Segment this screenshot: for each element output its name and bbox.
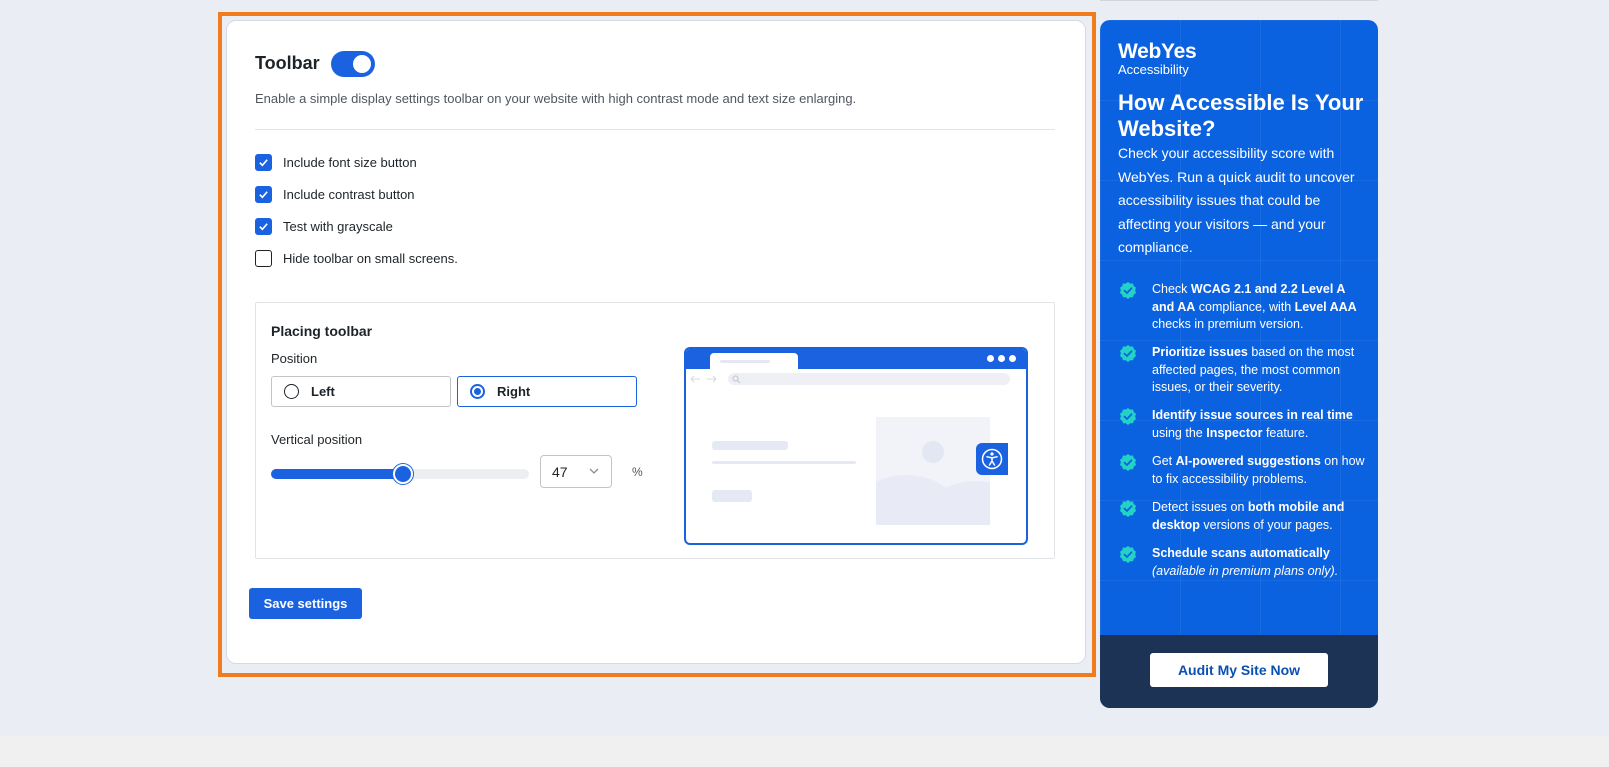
position-label: Position [271, 351, 318, 366]
vertical-position-slider[interactable] [271, 464, 529, 484]
percent-unit: % [632, 465, 643, 479]
feature-item: Identify issue sources in real time usin… [1118, 407, 1370, 442]
badge-check-icon [1120, 546, 1136, 563]
promo-text: Check your accessibility score with WebY… [1118, 145, 1355, 255]
webyes-logo: WebYes Accessibility [1118, 40, 1197, 78]
toolbar-description: Enable a simple display settings toolbar… [255, 91, 857, 106]
preview-accessibility-button [976, 443, 1008, 475]
badge-check-icon [1120, 282, 1136, 299]
toolbar-toggle[interactable] [331, 51, 375, 77]
save-settings-button[interactable]: Save settings [249, 588, 362, 619]
divider [255, 129, 1055, 130]
option-hide-small[interactable]: Hide toolbar on small screens. [255, 250, 458, 267]
badge-check-icon [1120, 345, 1136, 362]
image-placeholder-icon [876, 417, 990, 525]
option-contrast[interactable]: Include contrast button [255, 186, 415, 203]
checkbox-grayscale[interactable] [255, 218, 272, 235]
preview-placeholder [712, 441, 788, 450]
select-value: 47 [552, 463, 568, 480]
feature-text: Get AI-powered suggestions on how to fix… [1152, 454, 1365, 486]
preview-dots [987, 355, 1016, 362]
option-label: Hide toolbar on small screens. [283, 251, 458, 266]
chevron-down-icon [589, 468, 599, 474]
promo-title: How Accessible Is Your Website? [1118, 90, 1364, 141]
feature-item: Get AI-powered suggestions on how to fix… [1118, 453, 1370, 488]
webyes-promo-panel: WebYes Accessibility How Accessible Is Y… [1100, 20, 1378, 708]
feature-item: Prioritize issues based on the most affe… [1118, 344, 1370, 397]
vertical-position-label: Vertical position [271, 432, 363, 447]
audit-site-button[interactable]: Audit My Site Now [1150, 653, 1328, 687]
badge-check-icon [1120, 500, 1136, 517]
badge-check-icon [1120, 454, 1136, 471]
option-label: Include contrast button [283, 187, 415, 202]
feature-text: Schedule scans automatically (available … [1152, 546, 1339, 578]
footer-strip [0, 736, 1609, 767]
option-grayscale[interactable]: Test with grayscale [255, 218, 393, 235]
preview-tab [710, 353, 798, 371]
checkbox-hide-small[interactable] [255, 250, 272, 267]
radio-label: Right [497, 384, 531, 399]
radio-dot [284, 384, 299, 399]
check-icon [259, 159, 268, 167]
feature-text: Detect issues on both mobile and desktop… [1152, 500, 1345, 532]
back-icon [690, 375, 717, 383]
position-left-radio[interactable]: Left [271, 376, 451, 407]
checkbox-contrast[interactable] [255, 186, 272, 203]
radio-dot [470, 384, 485, 399]
toolbar-title: Toolbar [255, 53, 320, 73]
placing-toolbar-section: Placing toolbar Position Left Right Vert… [255, 302, 1055, 559]
preview-placeholder [712, 461, 856, 464]
option-font-size[interactable]: Include font size button [255, 154, 417, 171]
accessibility-icon [981, 448, 1003, 470]
radio-label: Left [311, 384, 335, 399]
check-icon [259, 191, 268, 199]
placing-title: Placing toolbar [271, 323, 373, 339]
preview-placeholder [712, 490, 752, 502]
slider-thumb[interactable] [393, 464, 413, 484]
promo-footer: Audit My Site Now [1100, 635, 1378, 708]
badge-check-icon [1120, 408, 1136, 425]
feature-item: Detect issues on both mobile and desktop… [1118, 499, 1370, 534]
feature-text: Check WCAG 2.1 and 2.2 Level A and AA co… [1152, 282, 1357, 331]
feature-item: Check WCAG 2.1 and 2.2 Level A and AA co… [1118, 281, 1370, 334]
brand-name: WebYes [1118, 40, 1197, 63]
option-label: Test with grayscale [283, 219, 393, 234]
toolbar-settings-card: Toolbar Enable a simple display settings… [226, 20, 1086, 664]
option-label: Include font size button [283, 155, 417, 170]
checkbox-font-size[interactable] [255, 154, 272, 171]
slider-fill [271, 469, 403, 479]
position-right-radio[interactable]: Right [457, 376, 637, 407]
top-border [1100, 0, 1378, 1]
feature-text: Prioritize issues based on the most affe… [1152, 345, 1355, 394]
check-icon [259, 223, 268, 231]
toggle-knob [353, 55, 371, 73]
feature-item: Schedule scans automatically (available … [1118, 545, 1370, 580]
vertical-position-select[interactable]: 47 [540, 455, 612, 488]
preview-address-bar [728, 373, 1010, 385]
brand-subtitle: Accessibility [1118, 62, 1189, 77]
search-icon [732, 375, 741, 384]
feature-text: Identify issue sources in real time usin… [1152, 408, 1353, 440]
